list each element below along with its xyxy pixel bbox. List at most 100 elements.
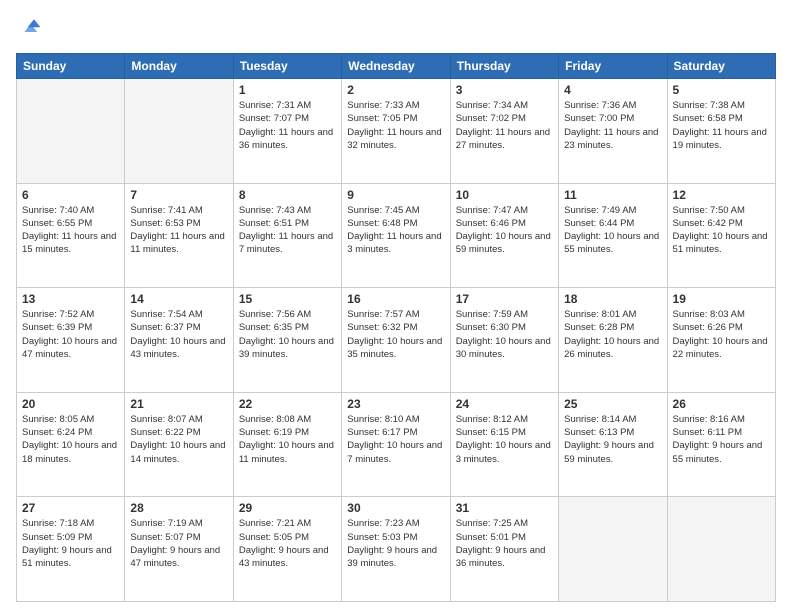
day-number: 30 [347, 501, 444, 515]
calendar-cell: 20 Sunrise: 8:05 AM Sunset: 6:24 PM Dayli… [17, 392, 125, 497]
day-info: Sunrise: 8:07 AM Sunset: 6:22 PM Dayligh… [130, 413, 227, 466]
day-info: Sunrise: 7:38 AM Sunset: 6:58 PM Dayligh… [673, 99, 770, 152]
weekday-header-monday: Monday [125, 54, 233, 79]
day-info: Sunrise: 7:19 AM Sunset: 5:07 PM Dayligh… [130, 517, 227, 570]
day-number: 23 [347, 397, 444, 411]
day-info: Sunrise: 7:43 AM Sunset: 6:51 PM Dayligh… [239, 204, 336, 257]
day-number: 6 [22, 188, 119, 202]
day-number: 14 [130, 292, 227, 306]
day-info: Sunrise: 7:50 AM Sunset: 6:42 PM Dayligh… [673, 204, 770, 257]
day-info: Sunrise: 7:41 AM Sunset: 6:53 PM Dayligh… [130, 204, 227, 257]
day-number: 25 [564, 397, 661, 411]
calendar-cell: 13Sunrise: 7:52 AM Sunset: 6:39 PM Dayli… [17, 288, 125, 393]
day-number: 29 [239, 501, 336, 515]
calendar-cell: 24 Sunrise: 8:12 AM Sunset: 6:15 PM Dayli… [450, 392, 558, 497]
day-number: 1 [239, 83, 336, 97]
day-info: Sunrise: 7:25 AM Sunset: 5:01 PM Dayligh… [456, 517, 553, 570]
day-info: Sunrise: 7:49 AM Sunset: 6:44 PM Dayligh… [564, 204, 661, 257]
day-number: 19 [673, 292, 770, 306]
calendar: SundayMondayTuesdayWednesdayThursdayFrid… [16, 53, 776, 602]
day-number: 7 [130, 188, 227, 202]
day-info: Sunrise: 7:56 AM Sunset: 6:35 PM Dayligh… [239, 308, 336, 361]
weekday-header-friday: Friday [559, 54, 667, 79]
calendar-cell [667, 497, 775, 602]
weekday-header-saturday: Saturday [667, 54, 775, 79]
day-number: 31 [456, 501, 553, 515]
weekday-header-sunday: Sunday [17, 54, 125, 79]
day-number: 22 [239, 397, 336, 411]
day-number: 5 [673, 83, 770, 97]
day-number: 9 [347, 188, 444, 202]
day-info: Sunrise: 7:18 AM Sunset: 5:09 PM Dayligh… [22, 517, 119, 570]
day-number: 27 [22, 501, 119, 515]
calendar-cell: 19 Sunrise: 8:03 AM Sunset: 6:26 PM Dayli… [667, 288, 775, 393]
day-number: 20 [22, 397, 119, 411]
day-number: 28 [130, 501, 227, 515]
day-info: Sunrise: 7:59 AM Sunset: 6:30 PM Dayligh… [456, 308, 553, 361]
calendar-cell: 17Sunrise: 7:59 AM Sunset: 6:30 PM Dayli… [450, 288, 558, 393]
calendar-cell: 4 Sunrise: 7:36 AM Sunset: 7:00 PM Daylig… [559, 79, 667, 184]
calendar-cell [559, 497, 667, 602]
day-info: Sunrise: 7:40 AM Sunset: 6:55 PM Dayligh… [22, 204, 119, 257]
day-info: Sunrise: 8:01 AM Sunset: 6:28 PM Dayligh… [564, 308, 661, 361]
calendar-cell: 10Sunrise: 7:47 AM Sunset: 6:46 PM Dayli… [450, 183, 558, 288]
day-info: Sunrise: 7:21 AM Sunset: 5:05 PM Dayligh… [239, 517, 336, 570]
header [16, 16, 776, 45]
logo [16, 16, 42, 45]
calendar-cell: 25 Sunrise: 8:14 AM Sunset: 6:13 PM Dayli… [559, 392, 667, 497]
day-number: 15 [239, 292, 336, 306]
day-info: Sunrise: 7:54 AM Sunset: 6:37 PM Dayligh… [130, 308, 227, 361]
day-number: 16 [347, 292, 444, 306]
day-info: Sunrise: 8:14 AM Sunset: 6:13 PM Dayligh… [564, 413, 661, 466]
day-info: Sunrise: 7:31 AM Sunset: 7:07 PM Dayligh… [239, 99, 336, 152]
calendar-cell: 29 Sunrise: 7:21 AM Sunset: 5:05 PM Dayli… [233, 497, 341, 602]
weekday-header-wednesday: Wednesday [342, 54, 450, 79]
day-number: 13 [22, 292, 119, 306]
day-info: Sunrise: 7:36 AM Sunset: 7:00 PM Dayligh… [564, 99, 661, 152]
weekday-header-thursday: Thursday [450, 54, 558, 79]
day-info: Sunrise: 7:45 AM Sunset: 6:48 PM Dayligh… [347, 204, 444, 257]
calendar-cell: 11Sunrise: 7:49 AM Sunset: 6:44 PM Dayli… [559, 183, 667, 288]
calendar-cell: 27 Sunrise: 7:18 AM Sunset: 5:09 PM Dayli… [17, 497, 125, 602]
day-info: Sunrise: 7:57 AM Sunset: 6:32 PM Dayligh… [347, 308, 444, 361]
day-number: 26 [673, 397, 770, 411]
calendar-cell: 22Sunrise: 8:08 AM Sunset: 6:19 PM Dayli… [233, 392, 341, 497]
calendar-cell: 18 Sunrise: 8:01 AM Sunset: 6:28 PM Dayli… [559, 288, 667, 393]
day-number: 12 [673, 188, 770, 202]
calendar-cell: 1 Sunrise: 7:31 AM Sunset: 7:07 PM Daylig… [233, 79, 341, 184]
day-info: Sunrise: 8:12 AM Sunset: 6:15 PM Dayligh… [456, 413, 553, 466]
week-row-1: 1 Sunrise: 7:31 AM Sunset: 7:07 PM Daylig… [17, 79, 776, 184]
calendar-cell [125, 79, 233, 184]
calendar-cell: 14 Sunrise: 7:54 AM Sunset: 6:37 PM Dayli… [125, 288, 233, 393]
day-info: Sunrise: 8:10 AM Sunset: 6:17 PM Dayligh… [347, 413, 444, 466]
calendar-cell: 26Sunrise: 8:16 AM Sunset: 6:11 PM Dayli… [667, 392, 775, 497]
day-number: 3 [456, 83, 553, 97]
page: SundayMondayTuesdayWednesdayThursdayFrid… [0, 0, 792, 612]
day-info: Sunrise: 8:05 AM Sunset: 6:24 PM Dayligh… [22, 413, 119, 466]
day-info: Sunrise: 7:33 AM Sunset: 7:05 PM Dayligh… [347, 99, 444, 152]
calendar-cell: 2 Sunrise: 7:33 AM Sunset: 7:05 PM Daylig… [342, 79, 450, 184]
day-number: 4 [564, 83, 661, 97]
day-info: Sunrise: 8:03 AM Sunset: 6:26 PM Dayligh… [673, 308, 770, 361]
day-number: 10 [456, 188, 553, 202]
calendar-cell: 9 Sunrise: 7:45 AM Sunset: 6:48 PM Daylig… [342, 183, 450, 288]
weekday-header-tuesday: Tuesday [233, 54, 341, 79]
calendar-cell: 23 Sunrise: 8:10 AM Sunset: 6:17 PM Dayli… [342, 392, 450, 497]
day-number: 24 [456, 397, 553, 411]
calendar-cell: 8 Sunrise: 7:43 AM Sunset: 6:51 PM Daylig… [233, 183, 341, 288]
calendar-cell: 7 Sunrise: 7:41 AM Sunset: 6:53 PM Daylig… [125, 183, 233, 288]
day-number: 2 [347, 83, 444, 97]
week-row-2: 6 Sunrise: 7:40 AM Sunset: 6:55 PM Daylig… [17, 183, 776, 288]
week-row-5: 27 Sunrise: 7:18 AM Sunset: 5:09 PM Dayli… [17, 497, 776, 602]
calendar-cell: 28 Sunrise: 7:19 AM Sunset: 5:07 PM Dayli… [125, 497, 233, 602]
day-number: 8 [239, 188, 336, 202]
week-row-3: 13Sunrise: 7:52 AM Sunset: 6:39 PM Dayli… [17, 288, 776, 393]
day-number: 18 [564, 292, 661, 306]
calendar-cell: 21 Sunrise: 8:07 AM Sunset: 6:22 PM Dayli… [125, 392, 233, 497]
logo-icon [18, 16, 42, 40]
weekday-header-row: SundayMondayTuesdayWednesdayThursdayFrid… [17, 54, 776, 79]
day-number: 21 [130, 397, 227, 411]
calendar-cell: 31 Sunrise: 7:25 AM Sunset: 5:01 PM Dayli… [450, 497, 558, 602]
calendar-cell: 3Sunrise: 7:34 AM Sunset: 7:02 PM Daylig… [450, 79, 558, 184]
calendar-cell: 6 Sunrise: 7:40 AM Sunset: 6:55 PM Daylig… [17, 183, 125, 288]
